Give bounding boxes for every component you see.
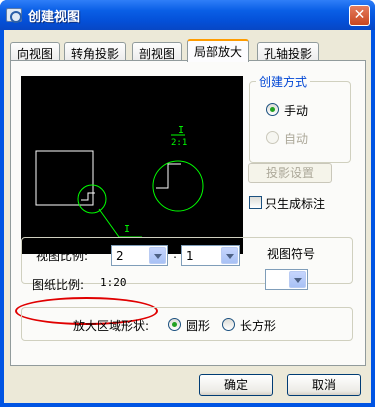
preview-label-top: I: [178, 125, 184, 136]
view-ratio-numerator-value: 2: [116, 249, 124, 263]
preview-background: [21, 76, 243, 254]
view-ratio-denominator-value: 1: [186, 249, 194, 263]
radio-circle-shape-label[interactable]: 圆形: [186, 317, 210, 334]
tab-section-view[interactable]: 剖视图: [132, 42, 183, 61]
cancel-button[interactable]: 取消: [287, 374, 361, 396]
title-bar[interactable]: 创建视图 ✕: [0, 0, 375, 30]
dialog-body: 向视图 转角投影 剖视图 局部放大 孔轴投影 I I 2:1 创建方式 手动 自…: [4, 30, 371, 403]
dialog-window: 创建视图 ✕ 向视图 转角投影 剖视图 局部放大 孔轴投影 I I 2:1 创建…: [0, 0, 375, 407]
tab-angle-projection[interactable]: 转角投影: [64, 42, 127, 61]
creation-method-title: 创建方式: [256, 73, 311, 90]
only-annotation-checkbox[interactable]: [249, 196, 262, 209]
tab-detail-enlarge[interactable]: 局部放大: [187, 39, 250, 62]
zoom-shape-group: 放大区域形状: 圆形 长方形: [21, 307, 353, 341]
radio-circle-shape[interactable]: [168, 318, 181, 331]
app-icon: [6, 8, 22, 23]
ok-button[interactable]: 确定: [199, 374, 273, 396]
radio-rectangle-shape[interactable]: [222, 318, 235, 331]
chevron-down-icon[interactable]: [289, 271, 306, 288]
ratio-colon: :: [173, 247, 178, 261]
window-title: 创建视图: [28, 10, 81, 25]
radio-auto-label[interactable]: 自动: [284, 130, 308, 147]
preview-canvas: I I 2:1: [21, 76, 243, 254]
view-ratio-numerator-select[interactable]: 2: [111, 245, 168, 266]
radio-rectangle-shape-label[interactable]: 长方形: [240, 317, 276, 334]
preview-label-scale: 2:1: [171, 138, 187, 148]
preview-label-bottom: I: [124, 224, 130, 235]
chevron-down-icon[interactable]: [149, 247, 166, 264]
creation-method-group: 创建方式 手动 自动: [249, 73, 351, 163]
chevron-down-icon[interactable]: [221, 247, 238, 264]
only-annotation-label[interactable]: 只生成标注: [265, 195, 325, 212]
radio-manual-label[interactable]: 手动: [284, 102, 308, 119]
tab-hole-shaft-projection[interactable]: 孔轴投影: [257, 42, 320, 61]
view-symbol-select[interactable]: [265, 269, 308, 290]
view-symbol-label: 视图符号: [267, 247, 316, 261]
close-button[interactable]: ✕: [349, 5, 370, 26]
view-ratio-denominator-select[interactable]: 1: [181, 245, 240, 266]
view-ratio-label: 视图比例:: [36, 249, 89, 263]
paper-ratio-label: 图纸比例:: [32, 278, 85, 292]
zoom-shape-label: 放大区域形状:: [73, 319, 150, 333]
tab-direction-view[interactable]: 向视图: [10, 42, 61, 61]
projection-settings-button[interactable]: 投影设置: [248, 163, 332, 183]
radio-auto[interactable]: [266, 131, 279, 144]
paper-ratio-value: 1:20: [100, 276, 127, 289]
radio-manual[interactable]: [266, 103, 279, 116]
